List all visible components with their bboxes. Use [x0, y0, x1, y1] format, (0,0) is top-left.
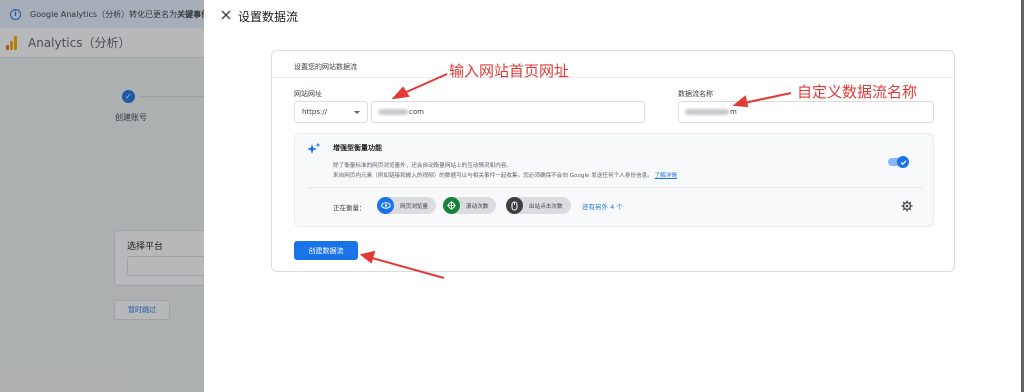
stream-name-input[interactable]: m	[678, 101, 934, 123]
mouse-icon	[506, 197, 523, 214]
website-url-input[interactable]: com	[371, 101, 645, 123]
dialog-title: 设置数据流	[238, 10, 299, 24]
close-icon[interactable]	[220, 9, 232, 21]
dialog-header: 设置数据流	[204, 0, 1024, 34]
measuring-label: 正在衡量：	[333, 204, 366, 212]
setup-stream-dialog: 设置数据流 设置您的网站数据流 网站网址 https:// com 数据流名称 …	[204, 0, 1024, 392]
stream-name-label: 数据流名称	[678, 90, 713, 98]
toggle-knob	[897, 156, 909, 168]
protocol-select[interactable]: https://	[294, 101, 368, 123]
gear-icon[interactable]	[901, 200, 913, 212]
redacted-text	[685, 109, 729, 115]
chip-page-views[interactable]: 网页浏览量	[377, 197, 436, 214]
check-icon	[900, 159, 906, 165]
website-url-label: 网站网址	[294, 90, 322, 98]
annotation-name-hint: 自定义数据流名称	[797, 83, 918, 101]
enhanced-title: 增强型衡量功能	[333, 144, 382, 152]
stream-name-value: m	[730, 108, 737, 116]
chevron-down-icon	[354, 111, 360, 114]
card-heading: 设置您的网站数据流	[294, 63, 357, 71]
enhanced-measurement-panel: 增强型衡量功能 除了衡量标准的网页浏览量外，还会自动衡量网站上的互动情况和内容。…	[294, 133, 934, 227]
divider	[307, 187, 923, 188]
divider	[272, 77, 954, 78]
protocol-value: https://	[302, 108, 328, 116]
chip-scrolls[interactable]: 滚动次数	[443, 197, 497, 214]
eye-icon	[377, 197, 394, 214]
more-events-link[interactable]: 还有另外 4 个	[582, 201, 623, 211]
annotation-url-hint: 输入网站首页网址	[449, 62, 570, 80]
learn-more-link[interactable]: 了解详情	[655, 173, 677, 179]
enhanced-toggle[interactable]	[888, 156, 910, 168]
target-icon	[443, 197, 460, 214]
sparkle-icon	[307, 142, 321, 154]
create-stream-button[interactable]: 创建数据流	[294, 241, 358, 260]
chip-label: 网页浏览量	[400, 203, 428, 210]
enhanced-description: 除了衡量标准的网页浏览量外，还会自动衡量网站上的互动情况和内容。	[333, 163, 513, 169]
chip-label: 滚动次数	[466, 203, 489, 210]
url-value: com	[409, 108, 424, 116]
enhanced-description-text: 来自网页内元素（例如链接和嵌入的视频）的数据可以与相关事件一起收集。您必须确保不…	[333, 173, 653, 179]
chip-outbound-clicks[interactable]: 出站点击次数	[506, 197, 571, 214]
chip-label: 出站点击次数	[529, 203, 563, 210]
redacted-text	[378, 109, 408, 115]
enhanced-description-2: 来自网页内元素（例如链接和嵌入的视频）的数据可以与相关事件一起收集。您必须确保不…	[333, 171, 677, 179]
